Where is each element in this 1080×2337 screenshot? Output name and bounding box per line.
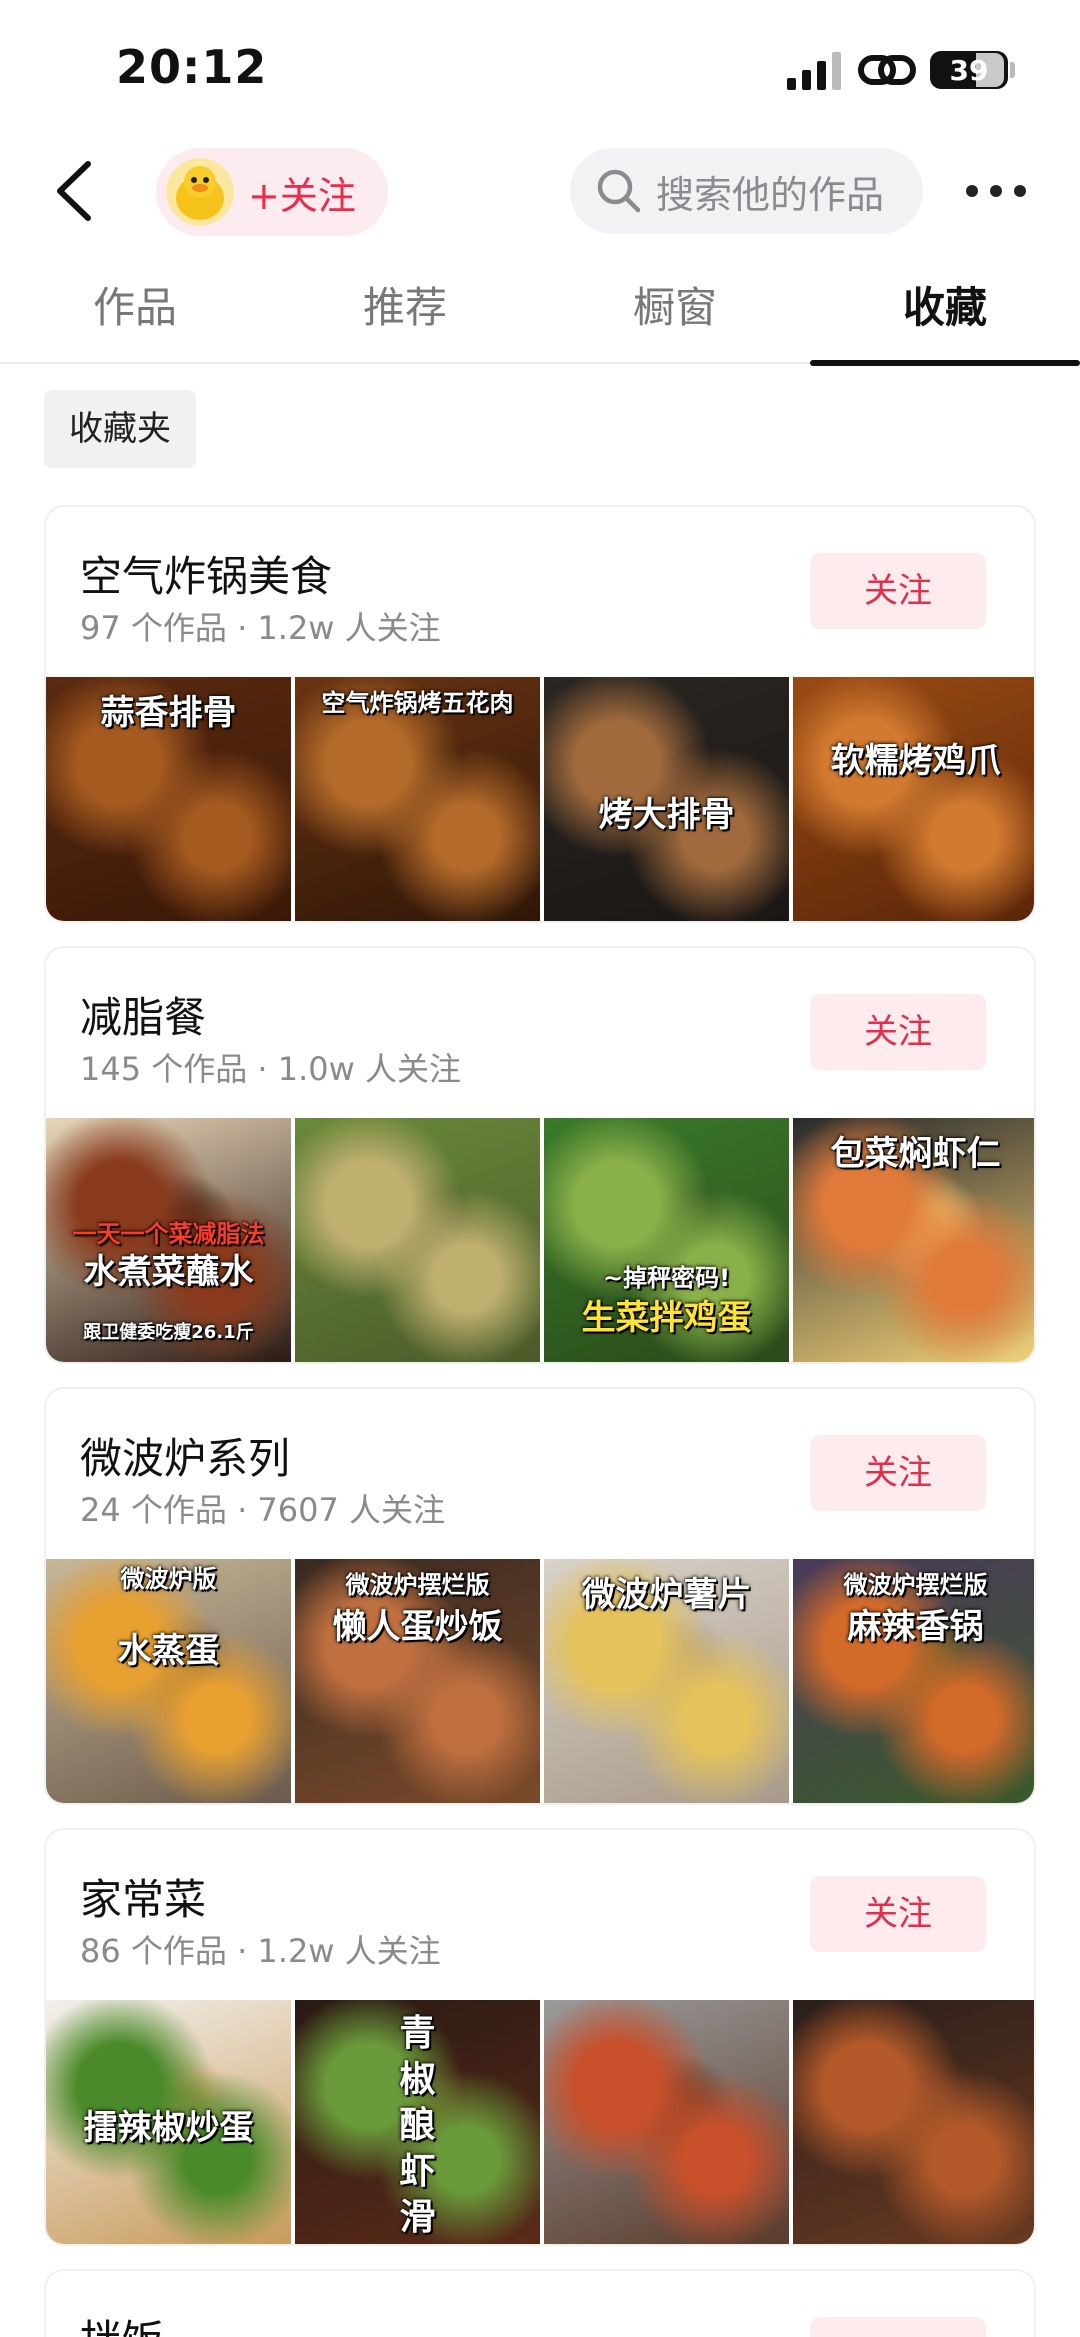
video-thumbnail[interactable]: 软糯烤鸡爪 [793,677,1034,921]
thumbnail-caption: 空气炸锅烤五花肉 [321,689,514,717]
profile-tabs: 作品 推荐 橱窗 收藏 [0,260,1080,366]
thumbnail-row: 擂辣椒炒蛋 青椒酿虾滑 [46,2000,1034,2244]
thumbnail-caption: ~掉秤密码! [602,1264,731,1292]
thumbnail-caption: 擂辣椒炒蛋 [83,2108,254,2148]
folder-filter-chip[interactable]: 收藏夹 [44,390,196,468]
thumbnail-caption: 软糯烤鸡爪 [830,741,1001,781]
thumbnail-caption: 蒜香排骨 [100,693,237,733]
thumbnail-caption: 滑 [399,2197,436,2238]
follow-label: +关注 [248,173,356,218]
tab-recommend[interactable]: 推荐 [270,260,540,362]
more-dot [1014,185,1026,197]
collection-follow-button[interactable]: 关注 [810,1435,986,1511]
collection-follow-button[interactable]: 关注 [810,1876,986,1952]
status-time: 20:12 [116,40,268,94]
collection-follow-button[interactable]: 关注 [810,2317,986,2337]
thumbnail-caption: 微波炉摆烂版 [345,1571,490,1599]
tab-showcase[interactable]: 橱窗 [540,260,810,362]
video-thumbnail[interactable]: 擂辣椒炒蛋 [46,2000,291,2244]
more-dot [990,185,1002,197]
collection-meta: 97 个作品 · 1.2w 人关注 [80,609,441,647]
collection-follow-button[interactable]: 关注 [810,994,986,1070]
video-thumbnail[interactable]: 一天一个菜减脂法 水煮菜蘸水 跟卫健委吃瘦26.1斤 [46,1118,291,1362]
thumbnail-row: 微波炉版 水蒸蛋 微波炉摆烂版 懒人蛋炒饭 微波炉薯片 微波炉摆烂版 麻辣香锅 [46,1559,1034,1803]
collection-meta: 145 个作品 · 1.0w 人关注 [80,1050,462,1088]
thumbnail-caption: 跟卫健委吃瘦26.1斤 [83,1322,254,1343]
collection-card[interactable]: 减脂餐 145 个作品 · 1.0w 人关注 关注 一天一个菜减脂法 水煮菜蘸水 跟卫健委… [44,946,1036,1364]
tab-favorites[interactable]: 收藏 [810,260,1080,366]
more-options-icon[interactable] [966,176,1026,206]
search-input[interactable]: 搜索他的作品 [570,148,923,234]
status-bar: 20:12 39 [0,0,1080,140]
video-thumbnail[interactable]: ~掉秤密码! 生菜拌鸡蛋 [544,1118,789,1362]
thumbnail-caption: 微波炉薯片 [581,1575,752,1615]
link-icon [858,55,916,85]
battery-tip [1010,62,1015,78]
back-button[interactable] [52,160,96,222]
thumbnail-caption: 椒 [399,2059,436,2100]
thumbnail-caption: 虾 [399,2151,436,2192]
video-thumbnail[interactable]: 蒜香排骨 [46,677,291,921]
thumbnail-caption: 水蒸蛋 [117,1631,220,1671]
thumbnail-row: 蒜香排骨 空气炸锅烤五花肉烤大排骨 软糯烤鸡爪 [46,677,1034,921]
thumbnail-caption: 水煮菜蘸水 [83,1252,254,1292]
video-thumbnail[interactable]: 微波炉薯片 [544,1559,789,1803]
cellular-signal-icon [787,52,841,90]
video-thumbnail[interactable]: 空气炸锅烤五花肉 [295,677,540,921]
collection-card[interactable]: 家常菜 86 个作品 · 1.2w 人关注 关注擂辣椒炒蛋 青椒酿虾滑 [44,1828,1036,2246]
thumbnail-caption: 青 [399,2013,436,2054]
follow-user-button[interactable]: +关注 [156,148,388,236]
more-dot [966,185,978,197]
video-thumbnail[interactable]: 微波炉版 水蒸蛋 [46,1559,291,1803]
battery-percent: 39 [949,53,989,87]
tab-works[interactable]: 作品 [0,260,270,362]
thumbnail-caption: 微波炉摆烂版 [843,1571,988,1599]
battery-icon: 39 [930,51,1008,89]
search-placeholder: 搜索他的作品 [656,172,885,217]
thumbnail-caption: 微波炉版 [120,1565,217,1593]
collection-title: 空气炸锅美食 [80,552,333,601]
video-thumbnail[interactable]: 微波炉摆烂版麻辣香锅 [793,1559,1034,1803]
thumbnail-caption: 生菜拌鸡蛋 [581,1298,752,1338]
collection-title: 微波炉系列 [80,1434,291,1483]
video-thumbnail[interactable]: 微波炉摆烂版懒人蛋炒饭 [295,1559,540,1803]
thumbnail-caption: 麻辣香锅 [847,1607,984,1647]
collection-card[interactable]: 空气炸锅美食 97 个作品 · 1.2w 人关注 关注蒜香排骨 空气炸锅烤五花肉烤大排… [44,505,1036,923]
collection-title: 家常菜 [80,1875,207,1924]
video-thumbnail[interactable] [544,2000,789,2244]
collection-meta: 86 个作品 · 1.2w 人关注 [80,1932,441,1970]
collection-follow-button[interactable]: 关注 [810,553,986,629]
thumbnail-caption: 包菜焖虾仁 [830,1134,1001,1174]
collection-title: 拌饭 [80,2307,164,2337]
search-icon [597,169,641,213]
collection-meta: 24 个作品 · 7607 人关注 [80,1491,446,1529]
thumbnail-caption: 烤大排骨 [598,795,735,835]
video-thumbnail[interactable]: 包菜焖虾仁 [793,1118,1034,1362]
thumbnail-caption: 懒人蛋炒饭 [332,1607,503,1647]
video-thumbnail[interactable]: 烤大排骨 [544,677,789,921]
collection-card[interactable]: 微波炉系列 24 个作品 · 7607 人关注 关注 微波炉版 水蒸蛋 微波炉摆烂版 懒人蛋… [44,1387,1036,1805]
video-thumbnail[interactable] [295,1118,540,1362]
collection-title: 减脂餐 [80,993,207,1042]
video-thumbnail[interactable]: 青椒酿虾滑 [295,2000,540,2244]
video-thumbnail[interactable] [793,2000,1034,2244]
avatar [166,158,234,226]
thumbnail-caption: 酿 [399,2105,436,2146]
collection-card[interactable]: 拌饭 关注 [44,2269,1036,2337]
thumbnail-row: 一天一个菜减脂法 水煮菜蘸水 跟卫健委吃瘦26.1斤 ~掉秤密码! 生菜拌鸡蛋 包菜焖虾仁 [46,1118,1034,1362]
